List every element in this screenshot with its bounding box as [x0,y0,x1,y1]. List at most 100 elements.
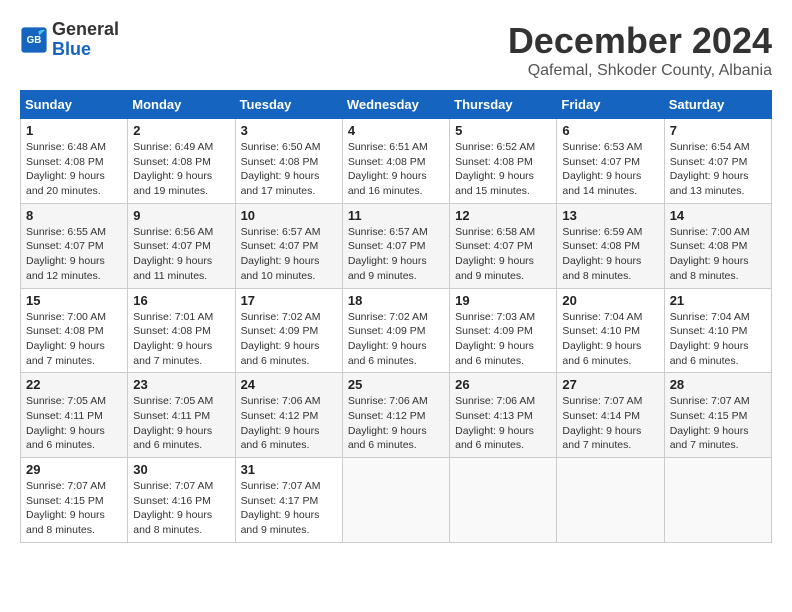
calendar-day-11: 11 Sunrise: 6:57 AMSunset: 4:07 PMDayligh… [342,203,449,288]
day-info: Sunrise: 6:50 AMSunset: 4:08 PMDaylight:… [241,140,337,199]
day-info: Sunrise: 6:58 AMSunset: 4:07 PMDaylight:… [455,225,551,284]
calendar-day-13: 13 Sunrise: 6:59 AMSunset: 4:08 PMDayligh… [557,203,664,288]
empty-cell [450,458,557,543]
empty-cell [664,458,771,543]
day-number: 17 [241,293,337,308]
day-number: 18 [348,293,444,308]
day-info: Sunrise: 7:07 AMSunset: 4:15 PMDaylight:… [26,479,122,538]
calendar-week-2: 8 Sunrise: 6:55 AMSunset: 4:07 PMDaylight… [21,203,772,288]
calendar-day-14: 14Sunrise: 7:00 AMSunset: 4:08 PMDayligh… [664,203,771,288]
day-info: Sunrise: 7:06 AMSunset: 4:12 PMDaylight:… [348,394,444,453]
calendar-day-20: 20 Sunrise: 7:04 AMSunset: 4:10 PMDayligh… [557,288,664,373]
day-number: 23 [133,377,229,392]
calendar-day-1: 1Sunrise: 6:48 AMSunset: 4:08 PMDaylight… [21,119,128,204]
day-number: 12 [455,208,551,223]
day-info: Sunrise: 7:04 AMSunset: 4:10 PMDaylight:… [562,310,658,369]
day-info: Sunrise: 7:07 AMSunset: 4:15 PMDaylight:… [670,394,766,453]
day-info: Sunrise: 7:07 AMSunset: 4:17 PMDaylight:… [241,479,337,538]
day-info: Sunrise: 6:59 AMSunset: 4:08 PMDaylight:… [562,225,658,284]
weekday-header-sunday: Sunday [21,91,128,119]
title-block: December 2024 Qafemal, Shkoder County, A… [508,20,772,80]
day-info: Sunrise: 6:57 AMSunset: 4:07 PMDaylight:… [348,225,444,284]
calendar-day-25: 25 Sunrise: 7:06 AMSunset: 4:12 PMDayligh… [342,373,449,458]
day-info: Sunrise: 7:00 AMSunset: 4:08 PMDaylight:… [26,310,122,369]
day-number: 31 [241,462,337,477]
day-number: 8 [26,208,122,223]
calendar-day-28: 28Sunrise: 7:07 AMSunset: 4:15 PMDayligh… [664,373,771,458]
calendar-week-3: 15 Sunrise: 7:00 AMSunset: 4:08 PMDayligh… [21,288,772,373]
weekday-header-monday: Monday [128,91,235,119]
day-number: 25 [348,377,444,392]
svg-text:GB: GB [27,35,42,46]
calendar-day-19: 19Sunrise: 7:03 AMSunset: 4:09 PMDayligh… [450,288,557,373]
calendar-day-2: 2Sunrise: 6:49 AMSunset: 4:08 PMDaylight… [128,119,235,204]
day-number: 16 [133,293,229,308]
day-number: 24 [241,377,337,392]
calendar-day-30: 30 Sunrise: 7:07 AMSunset: 4:16 PMDayligh… [128,458,235,543]
logo-blue: Blue [52,39,91,59]
calendar-day-18: 18 Sunrise: 7:02 AMSunset: 4:09 PMDayligh… [342,288,449,373]
calendar-day-5: 5 Sunrise: 6:52 AMSunset: 4:08 PMDaylight… [450,119,557,204]
empty-cell [557,458,664,543]
day-info: Sunrise: 7:05 AMSunset: 4:11 PMDaylight:… [26,394,122,453]
day-number: 1 [26,123,122,138]
calendar-day-7: 7Sunrise: 6:54 AMSunset: 4:07 PMDaylight… [664,119,771,204]
calendar-table: SundayMondayTuesdayWednesdayThursdayFrid… [20,90,772,543]
day-info: Sunrise: 7:06 AMSunset: 4:13 PMDaylight:… [455,394,551,453]
day-number: 11 [348,208,444,223]
day-info: Sunrise: 6:54 AMSunset: 4:07 PMDaylight:… [670,140,766,199]
day-info: Sunrise: 6:53 AMSunset: 4:07 PMDaylight:… [562,140,658,199]
page-title: December 2024 [508,20,772,62]
day-number: 22 [26,377,122,392]
weekday-header-wednesday: Wednesday [342,91,449,119]
day-info: Sunrise: 6:52 AMSunset: 4:08 PMDaylight:… [455,140,551,199]
calendar-day-6: 6Sunrise: 6:53 AMSunset: 4:07 PMDaylight… [557,119,664,204]
calendar-day-23: 23Sunrise: 7:05 AMSunset: 4:11 PMDayligh… [128,373,235,458]
calendar-day-4: 4Sunrise: 6:51 AMSunset: 4:08 PMDaylight… [342,119,449,204]
weekday-header-tuesday: Tuesday [235,91,342,119]
day-number: 29 [26,462,122,477]
day-info: Sunrise: 7:07 AMSunset: 4:16 PMDaylight:… [133,479,229,538]
calendar-week-4: 22 Sunrise: 7:05 AMSunset: 4:11 PMDayligh… [21,373,772,458]
day-info: Sunrise: 6:55 AMSunset: 4:07 PMDaylight:… [26,225,122,284]
day-number: 15 [26,293,122,308]
weekday-header-thursday: Thursday [450,91,557,119]
calendar-day-8: 8 Sunrise: 6:55 AMSunset: 4:07 PMDaylight… [21,203,128,288]
page-subtitle: Qafemal, Shkoder County, Albania [508,62,772,80]
calendar-day-22: 22 Sunrise: 7:05 AMSunset: 4:11 PMDayligh… [21,373,128,458]
weekday-header-row: SundayMondayTuesdayWednesdayThursdayFrid… [21,91,772,119]
logo: GB General Blue [20,20,119,60]
calendar-day-9: 9Sunrise: 6:56 AMSunset: 4:07 PMDaylight… [128,203,235,288]
calendar-day-16: 16 Sunrise: 7:01 AMSunset: 4:08 PMDayligh… [128,288,235,373]
day-number: 20 [562,293,658,308]
day-info: Sunrise: 7:00 AMSunset: 4:08 PMDaylight:… [670,225,766,284]
calendar-day-24: 24Sunrise: 7:06 AMSunset: 4:12 PMDayligh… [235,373,342,458]
day-number: 21 [670,293,766,308]
day-info: Sunrise: 7:02 AMSunset: 4:09 PMDaylight:… [241,310,337,369]
weekday-header-friday: Friday [557,91,664,119]
day-info: Sunrise: 7:04 AMSunset: 4:10 PMDaylight:… [670,310,766,369]
calendar-day-21: 21 Sunrise: 7:04 AMSunset: 4:10 PMDayligh… [664,288,771,373]
calendar-day-3: 3Sunrise: 6:50 AMSunset: 4:08 PMDaylight… [235,119,342,204]
day-info: Sunrise: 6:51 AMSunset: 4:08 PMDaylight:… [348,140,444,199]
logo-text: General Blue [52,20,119,60]
calendar-week-1: 1Sunrise: 6:48 AMSunset: 4:08 PMDaylight… [21,119,772,204]
day-info: Sunrise: 6:56 AMSunset: 4:07 PMDaylight:… [133,225,229,284]
day-number: 5 [455,123,551,138]
calendar-day-12: 12 Sunrise: 6:58 AMSunset: 4:07 PMDayligh… [450,203,557,288]
day-info: Sunrise: 6:57 AMSunset: 4:07 PMDaylight:… [241,225,337,284]
day-number: 26 [455,377,551,392]
weekday-header-saturday: Saturday [664,91,771,119]
day-info: Sunrise: 7:07 AMSunset: 4:14 PMDaylight:… [562,394,658,453]
day-info: Sunrise: 7:02 AMSunset: 4:09 PMDaylight:… [348,310,444,369]
logo-icon: GB [20,26,48,54]
day-number: 30 [133,462,229,477]
page-header: GB General Blue December 2024 Qafemal, S… [20,20,772,80]
day-number: 13 [562,208,658,223]
calendar-day-29: 29 Sunrise: 7:07 AMSunset: 4:15 PMDayligh… [21,458,128,543]
day-info: Sunrise: 7:01 AMSunset: 4:08 PMDaylight:… [133,310,229,369]
calendar-day-27: 27Sunrise: 7:07 AMSunset: 4:14 PMDayligh… [557,373,664,458]
calendar-day-10: 10Sunrise: 6:57 AMSunset: 4:07 PMDayligh… [235,203,342,288]
empty-cell [342,458,449,543]
day-info: Sunrise: 7:03 AMSunset: 4:09 PMDaylight:… [455,310,551,369]
